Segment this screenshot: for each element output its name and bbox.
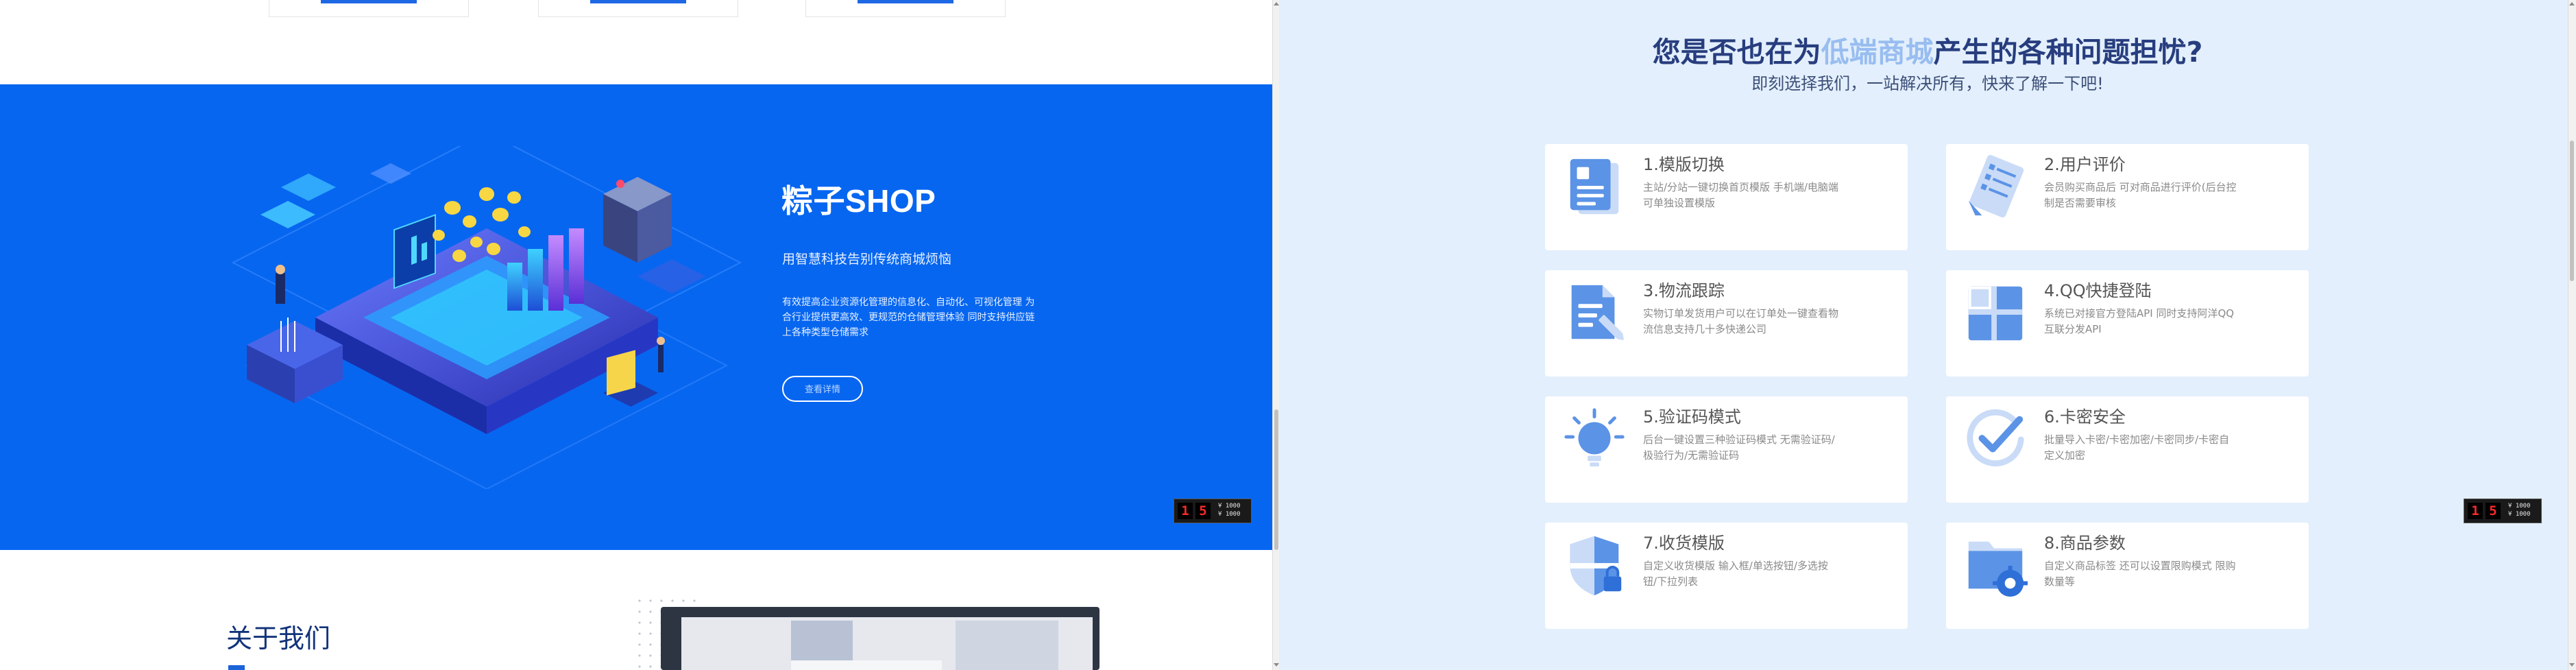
feature-desc: 系统已对接官方登陆API 同时支持阿洋QQ互联分发API [2044, 307, 2235, 335]
feature-desc: 自定义商品标签 还可以设置限购模式 限购数量等 [2044, 560, 2236, 588]
right-scrollbar[interactable] [2568, 0, 2576, 670]
badge-digit: 1 [2468, 503, 2483, 519]
headline-highlight: 低端商城 [1821, 36, 1934, 69]
card-button[interactable] [858, 0, 953, 3]
feature-desc: 实物订单发货用户可以在订单处一键查看物流信息支持几十多快递公司 [1643, 307, 1839, 335]
badge-digit: 5 [2486, 503, 2501, 519]
feature-desc: 主站/分站一键切换首页模版 手机端/电脑端可单独设置模版 [1643, 181, 1838, 209]
captcha-icon [1564, 408, 1625, 467]
right-page-pane: 您是否也在为低端商城产生的各种问题担忧? 即刻选择我们，一站解决所有，快来了解一… [1279, 0, 2576, 670]
scroll-thumb[interactable] [1274, 409, 1278, 550]
headline-suffix: 产生的各种问题担忧? [1933, 36, 2203, 69]
top-card [805, 0, 1006, 17]
feature-desc: 后台一键设置三种验证码模式 无需验证码/极验行为/无需验证码 [1643, 433, 1835, 462]
feature-desc: 会员购买商品后 可对商品进行评价(后台控制是否需要审核 [2044, 181, 2237, 209]
view-details-button[interactable]: 查看详情 [782, 376, 863, 402]
feature-title: 2.用户评价 [2044, 155, 2126, 174]
hero-banner: 粽子SHOP 用智慧科技告别传统商城烦恼 有效提高企业资源化管理的信息化、自动化… [0, 84, 1279, 550]
feature-title: 7.收货模版 [1643, 534, 1725, 553]
badge-digit: 5 [1195, 503, 1211, 519]
about-image [661, 607, 1099, 670]
card-button[interactable] [321, 0, 417, 3]
feature-card-product-params[interactable]: 8.商品参数 自定义商品标签 还可以设置限购模式 限购数量等 [1946, 523, 2309, 629]
top-card [269, 0, 469, 17]
counter-badge: 1 5 ¥ 1000 ¥ 1000 [1174, 499, 1252, 523]
title-underline [228, 665, 245, 670]
badge-text: ¥ 1000 [1218, 511, 1241, 518]
counter-badge: 1 5 ¥ 1000 ¥ 1000 [2464, 499, 2542, 523]
feature-desc: 自定义收货模版 输入框/单选按钮/多选按钮/下拉列表 [1643, 560, 1828, 588]
feature-title: 5.验证码模式 [1643, 407, 1741, 427]
top-card [538, 0, 738, 17]
feature-card-template-switch[interactable]: 1.模版切换 主站/分站一键切换首页模版 手机端/电脑端可单独设置模版 [1545, 144, 1908, 250]
badge-text: ¥ 1000 [2508, 511, 2531, 518]
badge-text: ¥ 1000 [2508, 503, 2531, 510]
banner-title: 粽子SHOP [781, 183, 936, 219]
features-headline: 您是否也在为低端商城产生的各种问题担忧? [1279, 29, 2576, 70]
banner-description: 有效提高企业资源化管理的信息化、自动化、可视化管理 为合行业提供更高效、更规范的… [782, 297, 1035, 338]
feature-title: 4.QQ快捷登陆 [2044, 281, 2152, 300]
scroll-down-arrow-icon[interactable] [1274, 663, 1279, 667]
banner-subtitle: 用智慧科技告别传统商城烦恼 [782, 252, 952, 267]
feature-card-qq-login[interactable]: 4.QQ快捷登陆 系统已对接官方登陆API 同时支持阿洋QQ互联分发API [1946, 270, 2309, 376]
feature-title: 1.模版切换 [1643, 155, 1725, 174]
feature-card-card-security[interactable]: 6.卡密安全 批量导入卡密/卡密加密/卡密同步/卡密自定义加密 [1946, 396, 2309, 503]
features-subline: 即刻选择我们，一站解决所有，快来了解一下吧! [1751, 74, 2104, 93]
feature-desc: 批量导入卡密/卡密加密/卡密同步/卡密自定义加密 [2044, 433, 2230, 462]
feature-title: 6.卡密安全 [2044, 407, 2126, 427]
scroll-up-arrow-icon[interactable] [2569, 2, 2575, 5]
about-title: 关于我们 [226, 623, 331, 654]
scroll-up-arrow-icon[interactable] [1274, 2, 1279, 5]
isometric-illustration [231, 146, 742, 489]
feature-card-logistics[interactable]: 3.物流跟踪 实物订单发货用户可以在订单处一键查看物流信息支持几十多快递公司 [1545, 270, 1908, 376]
template-icon [1570, 158, 1619, 215]
badge-digit: 1 [1178, 503, 1193, 519]
card-button[interactable] [590, 0, 686, 3]
feature-card-user-review[interactable]: 2.用户评价 会员购买商品后 可对商品进行评价(后台控制是否需要审核 [1946, 144, 2309, 250]
logistics-icon [1571, 285, 1624, 341]
feature-title: 8.商品参数 [2044, 534, 2126, 553]
product-params-icon [1968, 541, 2028, 597]
feature-card-captcha[interactable]: 5.验证码模式 后台一键设置三种验证码模式 无需验证码/极验行为/无需验证码 [1545, 396, 1908, 503]
badge-text: ¥ 1000 [1218, 503, 1241, 510]
headline-prefix: 您是否也在为 [1652, 36, 1821, 69]
photo-shape [791, 660, 942, 670]
feature-card-shipping-template[interactable]: 7.收货模版 自定义收货模版 输入框/单选按钮/多选按钮/下拉列表 [1545, 523, 1908, 629]
scroll-thumb[interactable] [2570, 141, 2574, 281]
shipping-template-icon [1570, 536, 1622, 596]
photo-shape [956, 621, 1058, 670]
card-security-icon [1967, 409, 2024, 467]
qq-login-icon [1968, 286, 2023, 341]
review-icon [1968, 155, 2024, 218]
feature-title: 3.物流跟踪 [1643, 281, 1725, 300]
scroll-down-arrow-icon[interactable] [2569, 663, 2575, 667]
left-page-pane: 粽子SHOP 用智慧科技告别传统商城烦恼 有效提高企业资源化管理的信息化、自动化… [0, 0, 1279, 670]
